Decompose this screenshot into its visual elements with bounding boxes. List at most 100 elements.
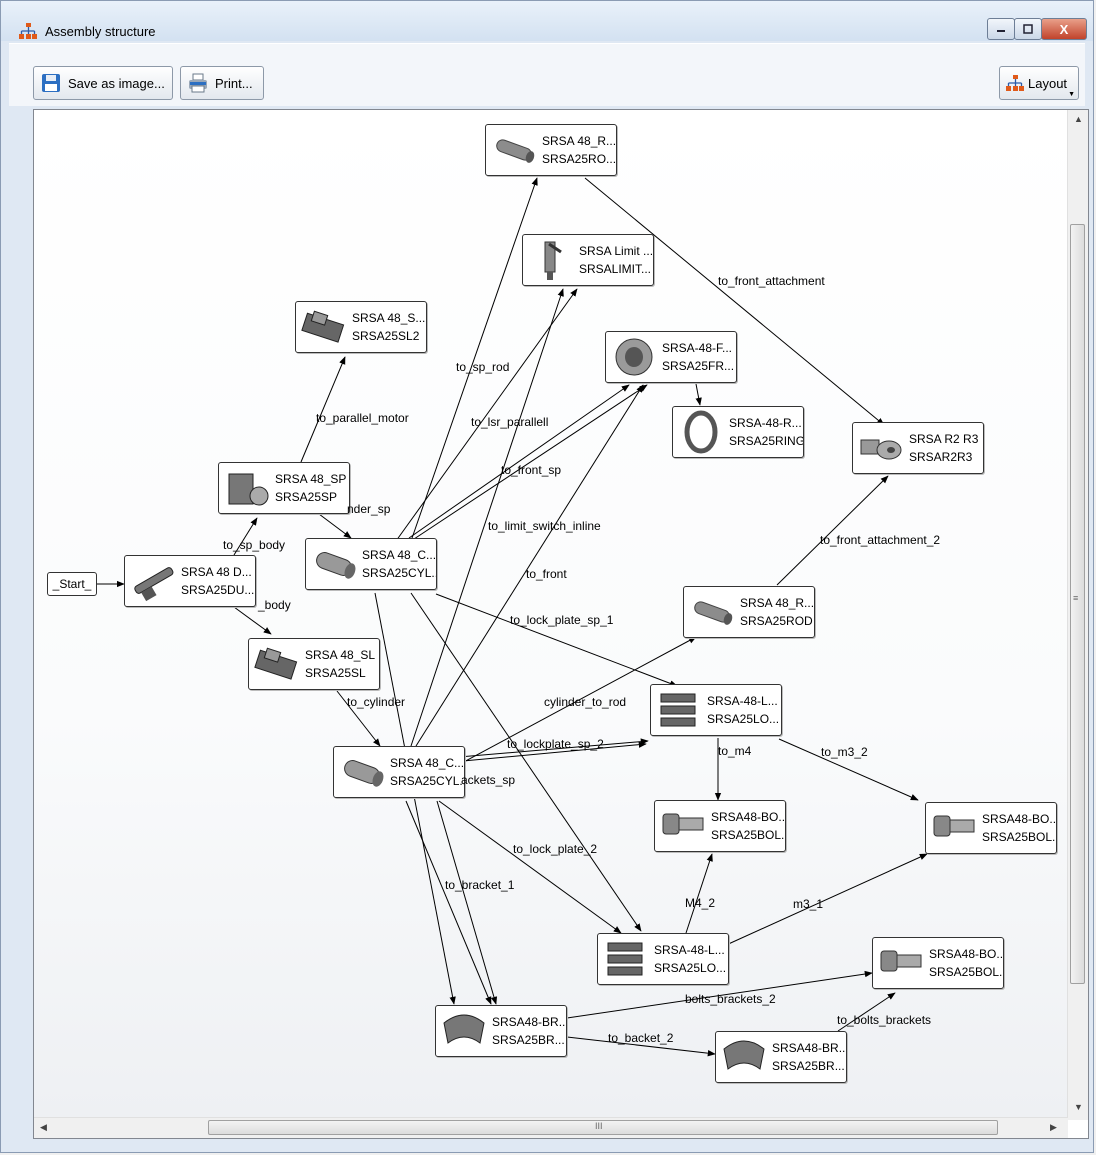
graph-node[interactable]: SRSA48-BO... SRSA25BOL...	[654, 800, 786, 852]
assembly-tree-icon	[19, 23, 37, 39]
bolt-icon	[880, 950, 922, 972]
rod-icon	[694, 601, 733, 625]
minimize-icon	[997, 30, 1005, 32]
edge-arrow	[415, 384, 644, 747]
edge-arrow	[695, 383, 702, 406]
scroll-down-icon[interactable]: ▼	[1074, 1102, 1083, 1112]
node-part-number: SRSA25LO...	[707, 712, 780, 726]
graph-node[interactable]: SRSA-48-L... SRSA25LO...	[650, 684, 782, 736]
lock-plate-icon	[607, 942, 643, 976]
maximize-button[interactable]	[1014, 18, 1042, 40]
edge-arrow	[435, 593, 678, 687]
graph-node[interactable]: SRSA-48-L... SRSA25LO...	[597, 933, 729, 985]
layout-button[interactable]: Layout ▼	[999, 66, 1079, 100]
graph-node[interactable]: SRSA 48_R... SRSA25RO...	[485, 124, 617, 176]
save-as-image-button[interactable]: Save as image...	[33, 66, 173, 100]
graph-node[interactable]: SRSA 48_C... SRSA25CYL...	[333, 746, 465, 798]
graph-node[interactable]: SRSA48-BO... SRSA25BOL...	[925, 802, 1057, 854]
node-title: SRSA 48_R...	[542, 134, 616, 148]
graph-node[interactable]: SRSA 48_S... SRSA25SL2	[295, 301, 427, 353]
node-title: SRSA 48_R...	[740, 596, 814, 610]
edge-label: to_sp_rod	[456, 360, 510, 374]
node-part-number: SRSA25FR...	[662, 359, 735, 373]
node-part-number: SRSA25BR...	[772, 1059, 845, 1073]
assembly-graph-canvas[interactable]: SRSA 48_R... SRSA25RO... SRSA Limit ... SRS…	[34, 110, 1068, 1120]
node-title: SRSA 48_SP	[275, 472, 347, 486]
actuator-icon	[134, 567, 174, 602]
horizontal-scroll-thumb[interactable]: III	[208, 1120, 998, 1135]
edge-arrow	[374, 592, 456, 1005]
edge-label: to_limit_switch_inline	[488, 519, 601, 533]
scroll-right-icon[interactable]: ▶	[1050, 1122, 1057, 1133]
bolt-icon	[662, 813, 704, 835]
node-title: SRSA 48 D...	[181, 565, 252, 579]
close-icon: X	[1059, 21, 1069, 37]
graph-node[interactable]: SRSA 48_SP SRSA25SP	[218, 462, 350, 514]
assembly-tree-icon	[1006, 75, 1024, 91]
edge-label: to_lsr_parallell	[471, 415, 549, 429]
edge-label: to_m3_2	[821, 745, 868, 759]
node-title: SRSA48-BO...	[711, 810, 785, 824]
edge-arrow	[584, 177, 885, 426]
horizontal-scrollbar[interactable]: ◀ III ▶	[34, 1117, 1068, 1138]
close-button[interactable]: X	[1041, 18, 1087, 40]
node-part-number: SRSA25BR...	[492, 1033, 565, 1047]
edge-label: to_front_attachment	[718, 274, 825, 288]
graph-node[interactable]: SRSA48-BR... SRSA25BR...	[715, 1031, 847, 1083]
vertical-scrollbar[interactable]: ▲ ≡ ▼	[1067, 110, 1088, 1120]
edge-label: ackets_sp	[461, 773, 516, 787]
edge-label: M4_2	[685, 896, 716, 910]
node-title: SRSA 48_SL	[305, 648, 376, 662]
edge-arrow	[776, 475, 889, 586]
maximize-icon	[1023, 24, 1033, 34]
print-button[interactable]: Print...	[180, 66, 264, 100]
graph-node[interactable]: SRSA 48_R... SRSA25ROD	[683, 586, 815, 638]
toolbar: Save as image... Print... Layout ▼	[9, 43, 1085, 106]
layout-button-label: Layout	[1028, 75, 1068, 91]
graph-node[interactable]: SRSA-48-R... SRSA25RING	[672, 406, 804, 458]
print-button-label: Print...	[215, 75, 253, 91]
node-part-number: SRSA25CYL...	[362, 566, 436, 580]
minimize-button[interactable]	[987, 18, 1015, 40]
scroll-left-icon[interactable]: ◀	[40, 1122, 47, 1133]
node-title: SRSA-48-L...	[654, 943, 725, 957]
scroll-up-icon[interactable]: ▲	[1074, 114, 1083, 124]
graph-node[interactable]: SRSA 48_C... SRSA25CYL...	[305, 538, 437, 590]
graph-node[interactable]: SRSA Limit ... SRSALIMIT...	[522, 234, 654, 286]
node-part-number: SRSA25LO...	[654, 961, 727, 975]
node-title: SRSA-48-F...	[662, 341, 733, 355]
edge-label: bolts_brackets_2	[685, 992, 776, 1006]
edge-arrow	[410, 288, 564, 747]
graph-node[interactable]: SRSA 48 D... SRSA25DU...	[124, 555, 256, 607]
edge-arrow	[436, 800, 498, 1005]
edge-label: to_parallel_motor	[316, 411, 409, 425]
node-part-number: SRSA25SL	[305, 666, 366, 680]
node-title: SRSA 48_S...	[352, 311, 426, 325]
graph-node[interactable]: SRSA48-BO... SRSA25BOL...	[872, 937, 1004, 989]
edge-label: _body	[258, 598, 291, 612]
assembly-structure-window: Assembly structure X Save as image... Pr…	[0, 0, 1094, 1153]
edge-arrow	[300, 356, 346, 463]
edge-label: to_front_sp	[501, 463, 562, 477]
graph-node[interactable]: SRSA-48-F... SRSA25FR...	[605, 331, 737, 383]
graph-node[interactable]: SRSA48-BR... SRSA25BR...	[435, 1005, 567, 1057]
limit-switch-icon	[544, 241, 562, 280]
slide-icon	[301, 310, 345, 343]
graph-viewport[interactable]: SRSA 48_R... SRSA25RO... SRSA Limit ... SRS…	[33, 109, 1089, 1139]
node-title: SRSA R2 R3	[909, 432, 979, 446]
edge-label: to_m4	[718, 744, 752, 758]
graph-node[interactable]: SRSA 48_SL SRSA25SL	[248, 638, 380, 690]
bracket-icon	[723, 1040, 765, 1070]
save-button-label: Save as image...	[68, 75, 165, 91]
cylinder-icon	[344, 760, 384, 787]
graph-node[interactable]: SRSA R2 R3 SRSAR2R3	[852, 422, 984, 474]
vertical-scroll-thumb[interactable]: ≡	[1070, 224, 1085, 984]
printer-icon	[189, 73, 207, 93]
title-bar[interactable]: Assembly structure X	[1, 1, 1093, 41]
start-node[interactable]: _Start_	[47, 572, 97, 596]
edge-label: to_bracket_1	[445, 878, 515, 892]
node-part-number: SRSALIMIT...	[579, 262, 652, 276]
node-title: SRSA Limit ...	[579, 244, 653, 258]
window-title: Assembly structure	[45, 24, 156, 39]
node-part-number: SRSA25RING	[729, 434, 803, 448]
